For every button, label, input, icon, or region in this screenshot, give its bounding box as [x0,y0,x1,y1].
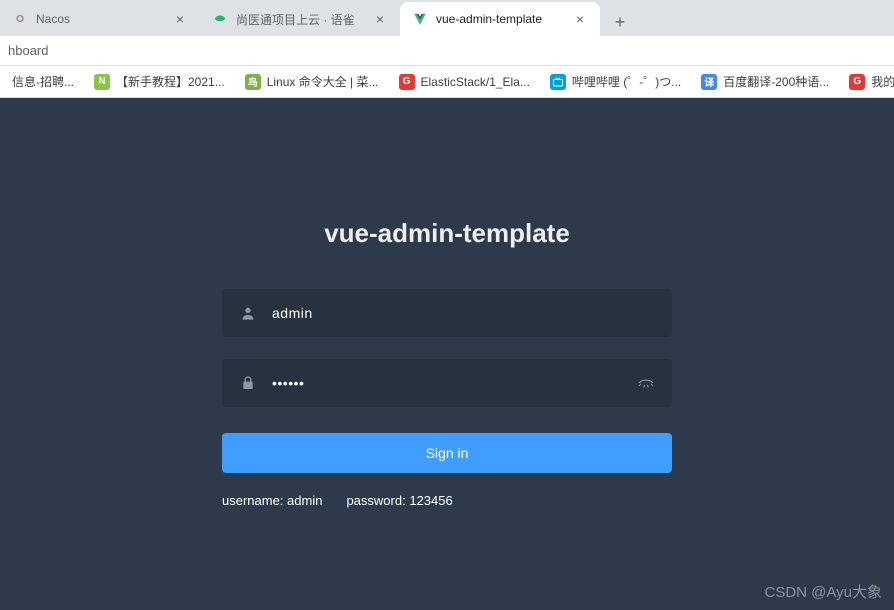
page-title: vue-admin-template [324,218,570,249]
browser-tab-nacos[interactable]: O Nacos × [0,2,200,36]
password-input[interactable] [260,375,634,391]
bookmark-icon: G [849,74,865,90]
bookmark-item[interactable]: 信息-招聘... [4,69,82,94]
bookmark-label: 哔哩哔哩 (゜-゜)つ... [572,73,681,90]
bilibili-icon [550,74,566,90]
bookmark-item[interactable]: 鸟 Linux 命令大全 | 菜... [237,69,387,94]
tab-title: Nacos [36,12,164,26]
close-icon[interactable]: × [172,11,188,27]
browser-tab-vue-admin[interactable]: vue-admin-template × [400,2,600,36]
tip-password: password: 123456 [346,493,452,508]
yuque-favicon [212,11,228,27]
new-tab-button[interactable]: + [606,8,634,36]
nacos-favicon: O [12,11,28,27]
user-icon [236,305,260,321]
watermark: CSDN @Ayu大象 [765,581,882,602]
bookmark-label: 【新手教程】2021... [116,73,225,90]
login-tips: username: admin password: 123456 [222,493,672,508]
lock-icon [236,375,260,391]
login-page: vue-admin-template Sign in username: adm… [0,98,894,610]
username-row [222,289,672,337]
bookmark-label: 我的工 [871,73,894,90]
bookmark-icon: 鸟 [245,74,261,90]
browser-tab-strip: O Nacos × 尚医通项目上云 · 语雀 × vue-admin-templ… [0,0,894,36]
eye-closed-icon[interactable] [634,374,658,392]
bookmark-item[interactable]: 哔哩哔哩 (゜-゜)つ... [542,69,689,94]
username-input[interactable] [260,305,658,321]
bookmark-label: 信息-招聘... [12,73,74,90]
signin-button[interactable]: Sign in [222,433,672,473]
close-icon[interactable]: × [572,11,588,27]
vue-favicon [412,11,428,27]
bookmark-icon: G [399,74,415,90]
tab-title: 尚医通项目上云 · 语雀 [236,11,364,28]
bookmark-item[interactable]: G 我的工 [841,69,894,94]
password-row [222,359,672,407]
bookmark-label: Linux 命令大全 | 菜... [267,73,379,90]
bookmark-item[interactable]: N 【新手教程】2021... [86,69,233,94]
browser-tab-yuque[interactable]: 尚医通项目上云 · 语雀 × [200,2,400,36]
url-text: hboard [8,43,48,58]
url-bar[interactable]: hboard [0,36,894,66]
bookmark-label: 百度翻译-200种语... [723,73,829,90]
tip-username: username: admin [222,493,322,508]
bookmark-item[interactable]: 译 百度翻译-200种语... [693,69,837,94]
bookmark-icon: 译 [701,74,717,90]
tab-title: vue-admin-template [436,12,564,26]
bookmark-icon: N [94,74,110,90]
bookmark-item[interactable]: G ElasticStack/1_Ela... [391,70,538,94]
bookmark-label: ElasticStack/1_Ela... [421,75,530,89]
bookmarks-bar: 信息-招聘... N 【新手教程】2021... 鸟 Linux 命令大全 | … [0,66,894,98]
close-icon[interactable]: × [372,11,388,27]
